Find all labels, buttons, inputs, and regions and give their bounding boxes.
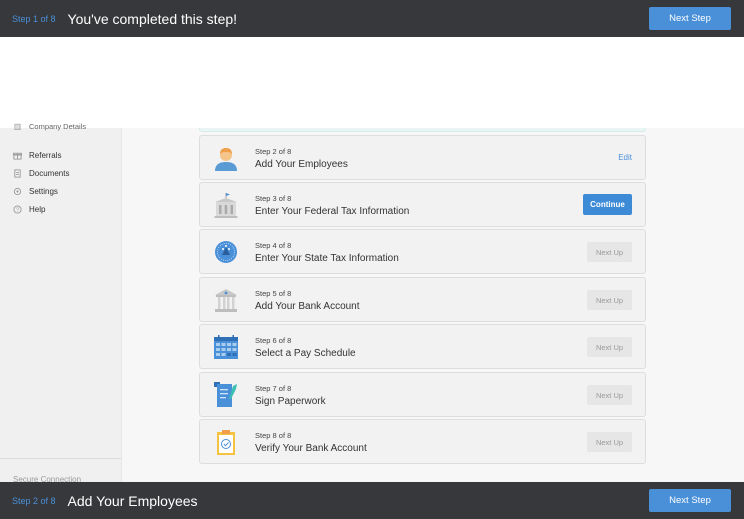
top-next-step-button[interactable]: Next Step [649, 7, 731, 30]
state-seal-icon [212, 238, 240, 266]
svg-text:?: ? [16, 208, 19, 214]
step-card-pay-schedule[interactable]: Step 6 of 8 Select a Pay Schedule Next U… [199, 324, 646, 369]
step-title: Add Your Bank Account [255, 301, 360, 312]
calendar-icon [212, 333, 240, 361]
sidebar-item-label: Documents [29, 169, 70, 178]
next-up-badge: Next Up [587, 337, 632, 357]
gift-icon [13, 151, 22, 160]
step-card-verify-bank[interactable]: Step 8 of 8 Verify Your Bank Account Nex… [199, 419, 646, 464]
step-title: Verify Your Bank Account [255, 443, 367, 454]
building-icon: ▥ [13, 122, 22, 131]
bottom-next-step-button[interactable]: Next Step [649, 489, 731, 512]
sidebar-item-help[interactable]: ? Help [13, 205, 45, 214]
step-title: Select a Pay Schedule [255, 348, 356, 359]
top-step-title: You've completed this step! [67, 10, 238, 27]
step-title: Enter Your Federal Tax Information [255, 206, 410, 217]
bottom-step-bar: Step 2 of 8 Add Your Employees Next Step [0, 482, 744, 519]
step-number: Step 2 of 8 [255, 147, 292, 156]
step-card-state-tax[interactable]: Step 4 of 8 Enter Your State Tax Informa… [199, 229, 646, 274]
step-card-add-employees[interactable]: Step 2 of 8 Add Your Employees Edit [199, 135, 646, 180]
sidebar-item-referrals[interactable]: Referrals [13, 151, 61, 160]
step-number: Step 5 of 8 [255, 289, 292, 298]
edit-link[interactable]: Edit [618, 153, 632, 162]
next-up-badge: Next Up [587, 290, 632, 310]
next-up-badge: Next Up [587, 242, 632, 262]
gear-icon [13, 187, 22, 196]
step-number: Step 3 of 8 [255, 194, 292, 203]
step-title: Enter Your State Tax Information [255, 253, 399, 264]
step-card-bank-account[interactable]: Step 5 of 8 Add Your Bank Account Next U… [199, 277, 646, 322]
bottom-step-indicator: Step 2 of 8 [12, 495, 56, 506]
bank-icon [212, 286, 240, 314]
paperwork-icon [212, 381, 240, 409]
step-number: Step 4 of 8 [255, 241, 292, 250]
step-number: Step 7 of 8 [255, 384, 292, 393]
step-card-federal-tax[interactable]: Step 3 of 8 Enter Your Federal Tax Infor… [199, 182, 646, 227]
help-icon: ? [13, 205, 22, 214]
federal-building-icon [212, 191, 240, 219]
sidebar-item-documents[interactable]: Documents [13, 169, 69, 178]
top-step-bar: Step 1 of 8 You've completed this step! … [0, 0, 744, 37]
step-number: Step 6 of 8 [255, 336, 292, 345]
step-title: Add Your Employees [255, 159, 348, 170]
document-icon [13, 169, 22, 178]
next-up-badge: Next Up [587, 385, 632, 405]
continue-button[interactable]: Continue [583, 194, 632, 215]
top-step-indicator: Step 1 of 8 [12, 13, 56, 24]
bottom-step-title: Add Your Employees [67, 492, 198, 509]
sidebar-item-label: Help [29, 205, 46, 214]
main-content: Step 2 of 8 Add Your Employees Edit Step… [122, 128, 744, 482]
sidebar-item-label: Settings [29, 187, 58, 196]
step-title: Sign Paperwork [255, 396, 326, 407]
sidebar-divider [0, 458, 121, 459]
sidebar: ▥ Company Details Referrals Documents Se… [0, 122, 122, 484]
next-up-badge: Next Up [587, 432, 632, 452]
sidebar-item-company-details[interactable]: ▥ Company Details [13, 122, 86, 131]
sidebar-item-label: Company Details [29, 122, 87, 131]
employee-avatar-icon [212, 144, 240, 172]
clipboard-check-icon [212, 428, 240, 456]
step-number: Step 8 of 8 [255, 431, 292, 440]
step-card-sign-paperwork[interactable]: Step 7 of 8 Sign Paperwork Next Up [199, 372, 646, 417]
sidebar-item-settings[interactable]: Settings [13, 187, 58, 196]
completed-step-card-edge [199, 128, 646, 132]
sidebar-item-label: Referrals [29, 151, 62, 160]
header-band [0, 37, 744, 128]
